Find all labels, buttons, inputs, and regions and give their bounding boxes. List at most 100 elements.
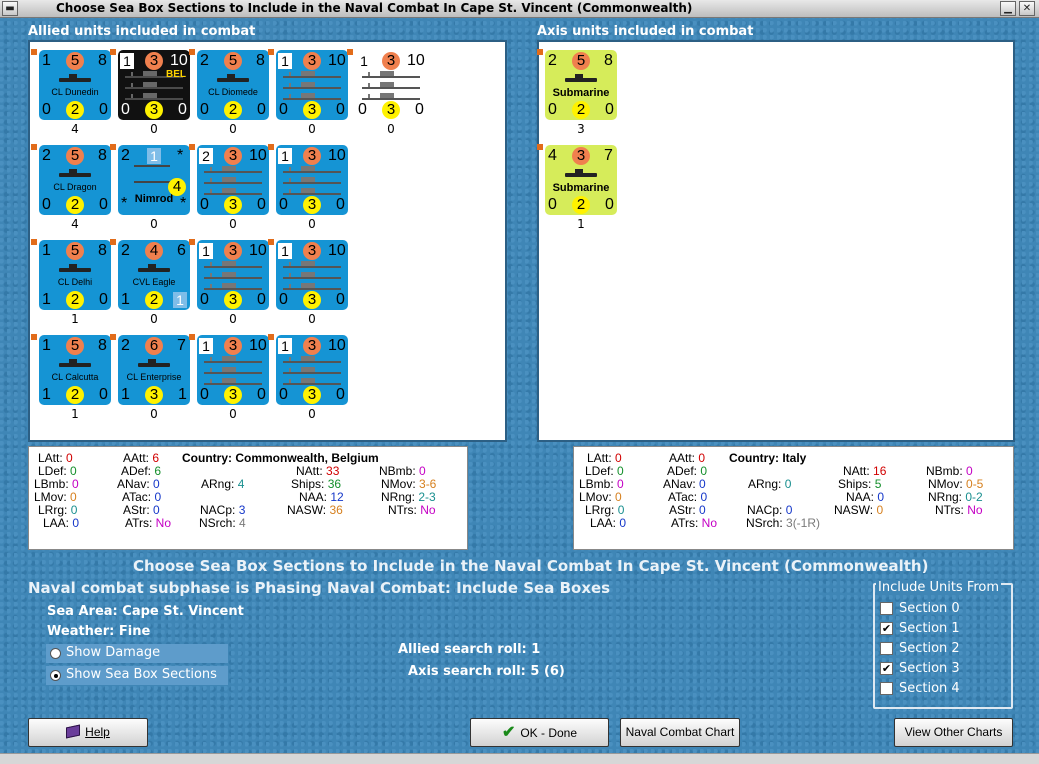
status-marker-icon bbox=[31, 334, 37, 340]
counter-defense: 1 bbox=[121, 386, 130, 403]
unit-counter[interactable]: 1 3 10 0 3 0 bbox=[197, 335, 269, 405]
ship-silhouettes-icon bbox=[279, 256, 345, 290]
stat-laa: LAA: 0 bbox=[43, 516, 80, 530]
unit-counter[interactable]: 1 5 8 CL Delhi 1 2 0 bbox=[39, 240, 111, 310]
counter-strength: 4 bbox=[145, 242, 163, 260]
view-other-charts-button[interactable]: View Other Charts bbox=[894, 718, 1013, 747]
counter-defense: 0 bbox=[42, 101, 51, 118]
counter-defense: 1 bbox=[121, 291, 130, 308]
stat-ships: Ships: 5 bbox=[838, 477, 882, 491]
counter-name: CL Diomede bbox=[208, 87, 258, 97]
stat-laa: LAA: 0 bbox=[590, 516, 627, 530]
help-button[interactable]: Help bbox=[28, 718, 148, 747]
counter-attack: 2 bbox=[121, 337, 130, 354]
counter-strength: 5 bbox=[66, 147, 84, 165]
section-4-checkbox[interactable] bbox=[880, 682, 893, 695]
counter-move: 0 bbox=[336, 291, 345, 308]
unit-counter[interactable]: 2 1 * Nimrod * 4 * bbox=[118, 145, 190, 215]
unit-counter[interactable]: 1 3 10 0 3 0 bbox=[276, 145, 348, 215]
stat-lbmb: LBmb: 0 bbox=[34, 477, 79, 491]
counter-defense: 0 bbox=[548, 101, 557, 118]
counter-count: 0 bbox=[308, 407, 316, 421]
counter-move: 1 bbox=[178, 386, 187, 403]
stat-adef: ADef: 0 bbox=[667, 464, 708, 478]
close-icon[interactable]: ✕ bbox=[1019, 1, 1035, 16]
unit-counter[interactable]: 2 5 8 CL Dragon 0 2 0 bbox=[39, 145, 111, 215]
section-3-checkbox[interactable]: ✔ bbox=[880, 662, 893, 675]
section-1-checkbox[interactable]: ✔ bbox=[880, 622, 893, 635]
axis-search-roll: Axis search roll: 5 (6) bbox=[408, 664, 565, 679]
unit-counter[interactable]: 1 3 10 0 3 0 bbox=[355, 50, 427, 120]
counter-attack: 1 bbox=[42, 337, 51, 354]
allied-units-panel: 1 5 8 CL Dunedin 0 2 0 4 1 3 10 BEL 0 3 0 0 2 5 8 CL Diomed… bbox=[28, 40, 507, 442]
unit-counter[interactable]: 1 5 8 CL Calcutta 1 2 0 bbox=[39, 335, 111, 405]
stat-nbmb: NBmb: 0 bbox=[926, 464, 973, 478]
stat-nrng: NRng: 0-2 bbox=[928, 490, 983, 504]
show-damage-option[interactable]: Show Damage bbox=[46, 644, 228, 663]
counter-name: Submarine bbox=[552, 182, 610, 194]
counter-move: 0 bbox=[257, 386, 266, 403]
section-label: Section 3 bbox=[899, 661, 960, 676]
counter-strength: 5 bbox=[224, 52, 242, 70]
book-icon bbox=[66, 724, 81, 739]
counter-move: 0 bbox=[257, 196, 266, 213]
stat-aatt: AAtt: 0 bbox=[669, 451, 706, 465]
minimize-icon[interactable]: ▁ bbox=[1000, 1, 1016, 16]
unit-counter[interactable]: 4 3 7 Submarine 0 2 0 bbox=[545, 145, 617, 215]
ok-done-button[interactable]: ✔ OK - Done bbox=[470, 718, 609, 747]
stat-nbmb: NBmb: 0 bbox=[379, 464, 426, 478]
stat-nacp: NACp: 3 bbox=[200, 503, 246, 517]
show-damage-radio[interactable] bbox=[50, 648, 61, 659]
unit-counter[interactable]: 1 3 10 0 3 0 bbox=[276, 240, 348, 310]
counter-count: 0 bbox=[150, 122, 158, 136]
unit-counter[interactable]: 1 3 10 0 3 0 bbox=[276, 335, 348, 405]
stat-aatt: AAtt: 6 bbox=[123, 451, 160, 465]
counter-range: 8 bbox=[98, 147, 107, 164]
unit-counter[interactable]: 1 3 10 0 3 0 bbox=[197, 240, 269, 310]
ship-silhouettes-icon bbox=[358, 66, 424, 100]
stat-country: Country: Italy bbox=[729, 451, 807, 465]
show-sections-radio[interactable] bbox=[50, 670, 61, 681]
status-marker-icon bbox=[537, 49, 543, 55]
stat-ntrs: NTrs: No bbox=[388, 503, 436, 517]
counter-defense: 1 bbox=[42, 291, 51, 308]
section-0-checkbox[interactable] bbox=[880, 602, 893, 615]
stat-nrng: NRng: 2-3 bbox=[381, 490, 436, 504]
stat-nsrch: NSrch: 4 bbox=[199, 516, 246, 530]
unit-counter[interactable]: 2 4 6 CVL Eagle 1 2 1 bbox=[118, 240, 190, 310]
counter-attack: 4 bbox=[548, 147, 557, 164]
counter-value: 3 bbox=[303, 386, 321, 404]
counter-strength: 5 bbox=[66, 242, 84, 260]
unit-counter[interactable]: 2 6 7 CL Enterprise 1 3 1 bbox=[118, 335, 190, 405]
counter-count: 4 bbox=[71, 217, 79, 231]
ship-silhouettes-icon bbox=[279, 161, 345, 195]
unit-counter[interactable]: 1 3 10 0 3 0 bbox=[276, 50, 348, 120]
counter-strength: 5 bbox=[572, 52, 590, 70]
unit-counter[interactable]: 2 5 8 Submarine 0 2 0 bbox=[545, 50, 617, 120]
naval-combat-chart-button[interactable]: Naval Combat Chart bbox=[620, 718, 740, 747]
status-marker-icon bbox=[110, 144, 116, 150]
section-2-checkbox[interactable] bbox=[880, 642, 893, 655]
unit-counter[interactable]: 2 3 10 0 3 0 bbox=[197, 145, 269, 215]
counter-attack: 1 bbox=[42, 242, 51, 259]
counter-defense: 0 bbox=[279, 386, 288, 403]
counter-defense: 0 bbox=[548, 196, 557, 213]
status-marker-icon bbox=[189, 334, 195, 340]
allied-stats-panel: LAtt: 0 LDef: 0 LBmb: 0 LMov: 0 LRrg: 0 … bbox=[28, 446, 468, 550]
stat-lbmb: LBmb: 0 bbox=[579, 477, 624, 491]
counter-name: CL Delhi bbox=[57, 277, 93, 287]
status-marker-icon bbox=[268, 239, 274, 245]
unit-counter[interactable]: 2 5 8 CL Diomede 0 2 0 bbox=[197, 50, 269, 120]
counter-move: 0 bbox=[99, 291, 108, 308]
counter-count: 1 bbox=[71, 407, 79, 421]
status-marker-icon bbox=[347, 49, 353, 55]
counter-range: 8 bbox=[98, 242, 107, 259]
unit-counter[interactable]: 1 5 8 CL Dunedin 0 2 0 bbox=[39, 50, 111, 120]
status-marker-icon bbox=[268, 334, 274, 340]
system-menu-icon[interactable]: ▬ bbox=[2, 1, 18, 16]
axis-stats-panel: LAtt: 0 LDef: 0 LBmb: 0 LMov: 0 LRrg: 0 … bbox=[573, 446, 1014, 550]
unit-counter[interactable]: 1 3 10 BEL 0 3 0 bbox=[118, 50, 190, 120]
counter-move: 0 bbox=[257, 291, 266, 308]
counter-defense: 0 bbox=[279, 101, 288, 118]
show-sections-option[interactable]: Show Sea Box Sections bbox=[46, 666, 228, 685]
